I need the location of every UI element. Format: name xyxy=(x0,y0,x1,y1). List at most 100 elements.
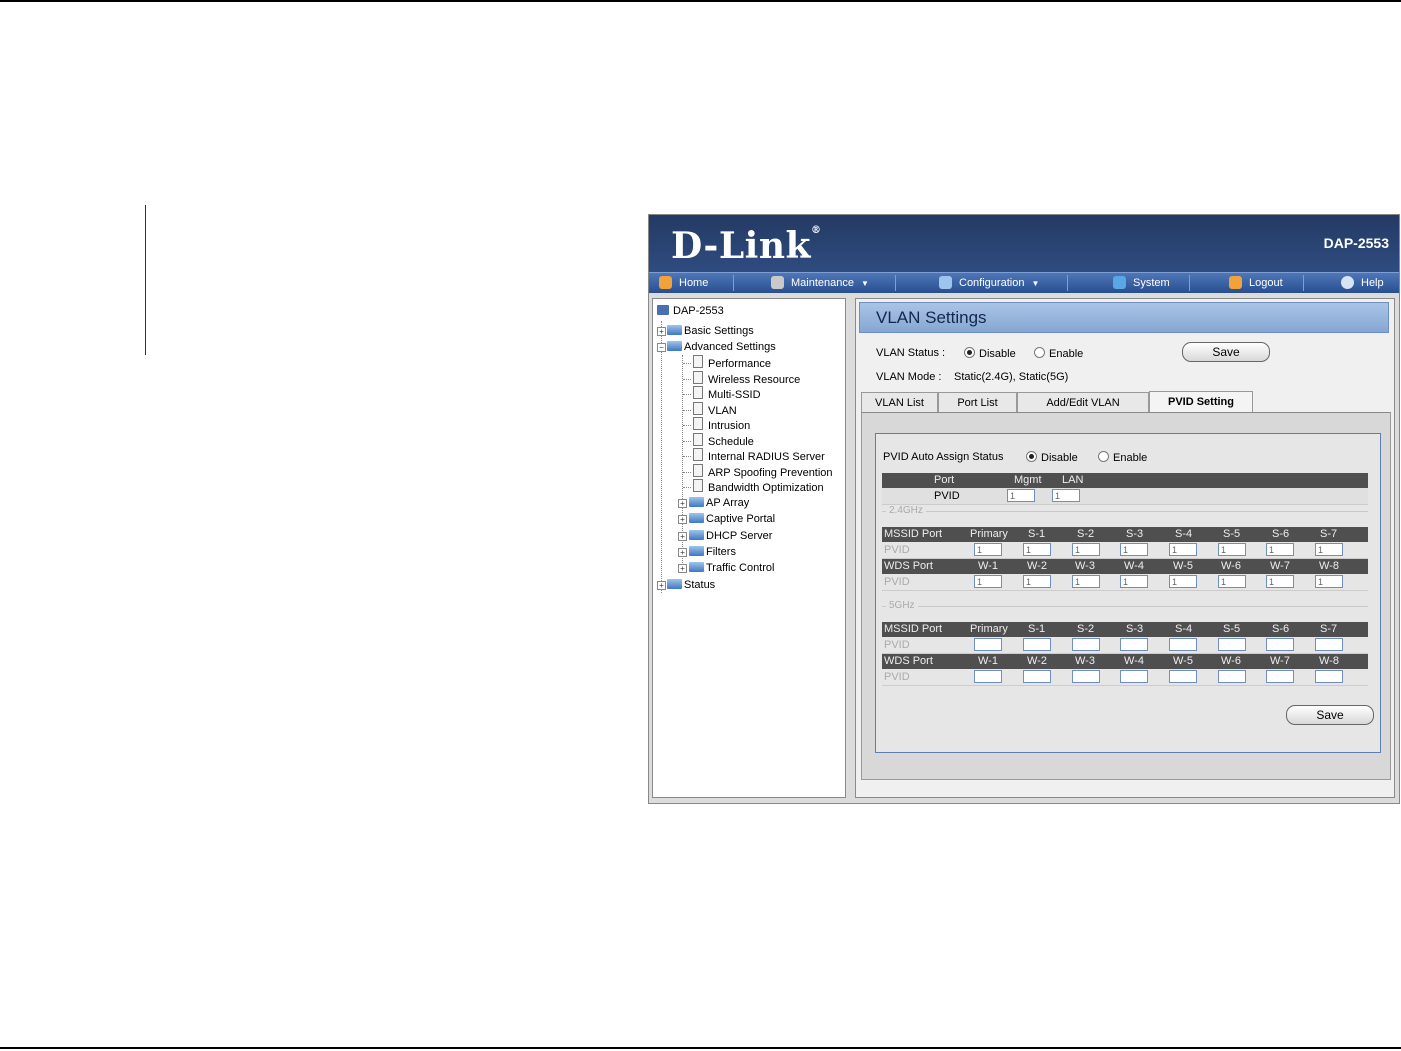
tree-item-advanced-settings[interactable]: Advanced Settings xyxy=(667,340,776,355)
pvid-input[interactable] xyxy=(1120,670,1148,683)
tree-item-schedule[interactable]: Schedule xyxy=(693,433,754,448)
tab-port-list[interactable]: Port List xyxy=(938,392,1017,412)
chevron-down-icon: ▼ xyxy=(1031,279,1040,288)
band-24ghz-label: 2.4GHz xyxy=(886,505,926,516)
tree-item-filters[interactable]: Filters xyxy=(689,545,736,560)
pvid-input[interactable]: 1 xyxy=(1218,543,1246,556)
pvid-input[interactable]: 1 xyxy=(1169,543,1197,556)
tree-item-vlan[interactable]: VLAN xyxy=(693,402,737,417)
pvid-input[interactable]: 1 xyxy=(1169,575,1197,588)
wds-24-pvid-row: PVID 1 1 1 1 1 1 1 1 xyxy=(882,574,1368,591)
config-icon xyxy=(939,276,952,289)
menu-logout[interactable]: Logout xyxy=(1227,273,1307,293)
tree-item-basic-settings[interactable]: Basic Settings xyxy=(667,324,754,339)
pvid-input[interactable] xyxy=(1072,638,1100,651)
expand-icon[interactable]: + xyxy=(678,515,687,524)
tree-item-internal-radius-server[interactable]: Internal RADIUS Server xyxy=(693,448,825,463)
pvid-input[interactable]: 1 xyxy=(1120,575,1148,588)
mgmt-pvid-input[interactable]: 1 xyxy=(1007,489,1035,502)
pvid-input[interactable] xyxy=(1169,638,1197,651)
tree-root[interactable]: DAP-2553 xyxy=(657,304,724,319)
tree-item-dhcp-server[interactable]: DHCP Server xyxy=(689,529,772,544)
pvid-input[interactable]: 1 xyxy=(1072,575,1100,588)
pvid-input[interactable] xyxy=(1266,638,1294,651)
menu-home[interactable]: Home xyxy=(657,273,732,293)
menu-maintenance[interactable]: Maintenance ▼ xyxy=(769,273,894,293)
tree-item-ap-array[interactable]: AP Array xyxy=(689,496,749,511)
folder-icon xyxy=(667,325,682,335)
save-button-bottom[interactable]: Save xyxy=(1286,705,1374,725)
lan-pvid-input[interactable]: 1 xyxy=(1052,489,1080,502)
pvid-input[interactable]: 1 xyxy=(1218,575,1246,588)
pvid-auto-enable[interactable]: Enable xyxy=(1098,451,1147,464)
expand-icon[interactable]: + xyxy=(678,548,687,557)
model-name: DAP-2553 xyxy=(1323,235,1389,251)
pvid-input[interactable]: 1 xyxy=(1072,543,1100,556)
page-top-rule xyxy=(0,0,1401,2)
tab-vlan-list[interactable]: VLAN List xyxy=(861,392,938,412)
pvid-input[interactable] xyxy=(1023,638,1051,651)
collapse-icon[interactable]: − xyxy=(657,343,666,352)
pvid-input[interactable] xyxy=(1169,670,1197,683)
tree-item-status[interactable]: Status xyxy=(667,578,715,593)
pvid-input[interactable] xyxy=(1218,638,1246,651)
tree-item-captive-portal[interactable]: Captive Portal xyxy=(689,512,775,527)
pvid-input[interactable] xyxy=(974,638,1002,651)
save-button-top[interactable]: Save xyxy=(1182,342,1270,362)
side-rule xyxy=(145,205,146,355)
pvid-input[interactable]: 1 xyxy=(1120,543,1148,556)
menu-system[interactable]: System xyxy=(1111,273,1191,293)
page-icon xyxy=(693,355,703,368)
tree-item-performance[interactable]: Performance xyxy=(693,355,771,370)
vlan-status-enable[interactable]: Enable xyxy=(1034,347,1083,360)
pvid-settings-panel: PVID Auto Assign Status Disable Enable P… xyxy=(875,433,1381,753)
pvid-input[interactable] xyxy=(1218,670,1246,683)
vlan-status-disable[interactable]: Disable xyxy=(964,347,1016,360)
tools-icon xyxy=(771,276,784,289)
expand-icon[interactable]: + xyxy=(678,499,687,508)
pvid-input[interactable]: 1 xyxy=(1266,543,1294,556)
folder-icon xyxy=(689,562,704,572)
tab-add-edit-vlan[interactable]: Add/Edit VLAN xyxy=(1017,392,1149,412)
expand-icon[interactable]: + xyxy=(678,564,687,573)
tab-pvid-setting[interactable]: PVID Setting xyxy=(1149,391,1253,413)
tree-item-arp-spoofing-prevention[interactable]: ARP Spoofing Prevention xyxy=(693,464,833,479)
pvid-auto-disable[interactable]: Disable xyxy=(1026,451,1078,464)
expand-icon[interactable]: + xyxy=(657,581,666,590)
tree-item-intrusion[interactable]: Intrusion xyxy=(693,417,750,432)
pvid-input[interactable]: 1 xyxy=(974,575,1002,588)
pvid-input[interactable] xyxy=(1315,670,1343,683)
pvid-input[interactable]: 1 xyxy=(1266,575,1294,588)
top-menu-bar: Home Maintenance ▼ Configuration ▼ System … xyxy=(649,272,1399,293)
help-icon xyxy=(1341,276,1354,289)
port-pvid-row: PVID 1 1 xyxy=(882,488,1368,505)
pvid-input[interactable] xyxy=(1266,670,1294,683)
expand-icon[interactable]: + xyxy=(678,532,687,541)
pvid-input[interactable]: 1 xyxy=(1315,543,1343,556)
tree-item-bandwidth-optimization[interactable]: Bandwidth Optimization xyxy=(693,479,824,494)
pvid-input[interactable] xyxy=(1120,638,1148,651)
pvid-input[interactable]: 1 xyxy=(1023,575,1051,588)
expand-icon[interactable]: + xyxy=(657,327,666,336)
pvid-input[interactable] xyxy=(974,670,1002,683)
pvid-input[interactable] xyxy=(1315,638,1343,651)
mssid-5-pvid-row: PVID xyxy=(882,637,1368,654)
page-icon xyxy=(693,402,703,415)
page-icon xyxy=(693,386,703,399)
menu-configuration[interactable]: Configuration ▼ xyxy=(937,273,1067,293)
tree-item-multi-ssid[interactable]: Multi-SSID xyxy=(693,386,761,401)
pvid-input[interactable]: 1 xyxy=(1315,575,1343,588)
tree-item-traffic-control[interactable]: Traffic Control xyxy=(689,561,774,576)
pvid-input[interactable] xyxy=(1023,670,1051,683)
pvid-input[interactable] xyxy=(1072,670,1100,683)
main-panel: VLAN Settings VLAN Status : Disable Enab… xyxy=(855,298,1395,798)
folder-icon xyxy=(667,341,682,351)
dlink-logo: D-Link® xyxy=(671,225,822,267)
pvid-input[interactable]: 1 xyxy=(1023,543,1051,556)
logout-icon xyxy=(1229,276,1242,289)
folder-icon xyxy=(689,497,704,507)
tree-item-wireless-resource[interactable]: Wireless Resource xyxy=(693,371,800,386)
pvid-input[interactable]: 1 xyxy=(974,543,1002,556)
menu-help[interactable]: Help xyxy=(1339,273,1394,293)
port-header-row: Port Mgmt LAN xyxy=(882,473,1368,488)
